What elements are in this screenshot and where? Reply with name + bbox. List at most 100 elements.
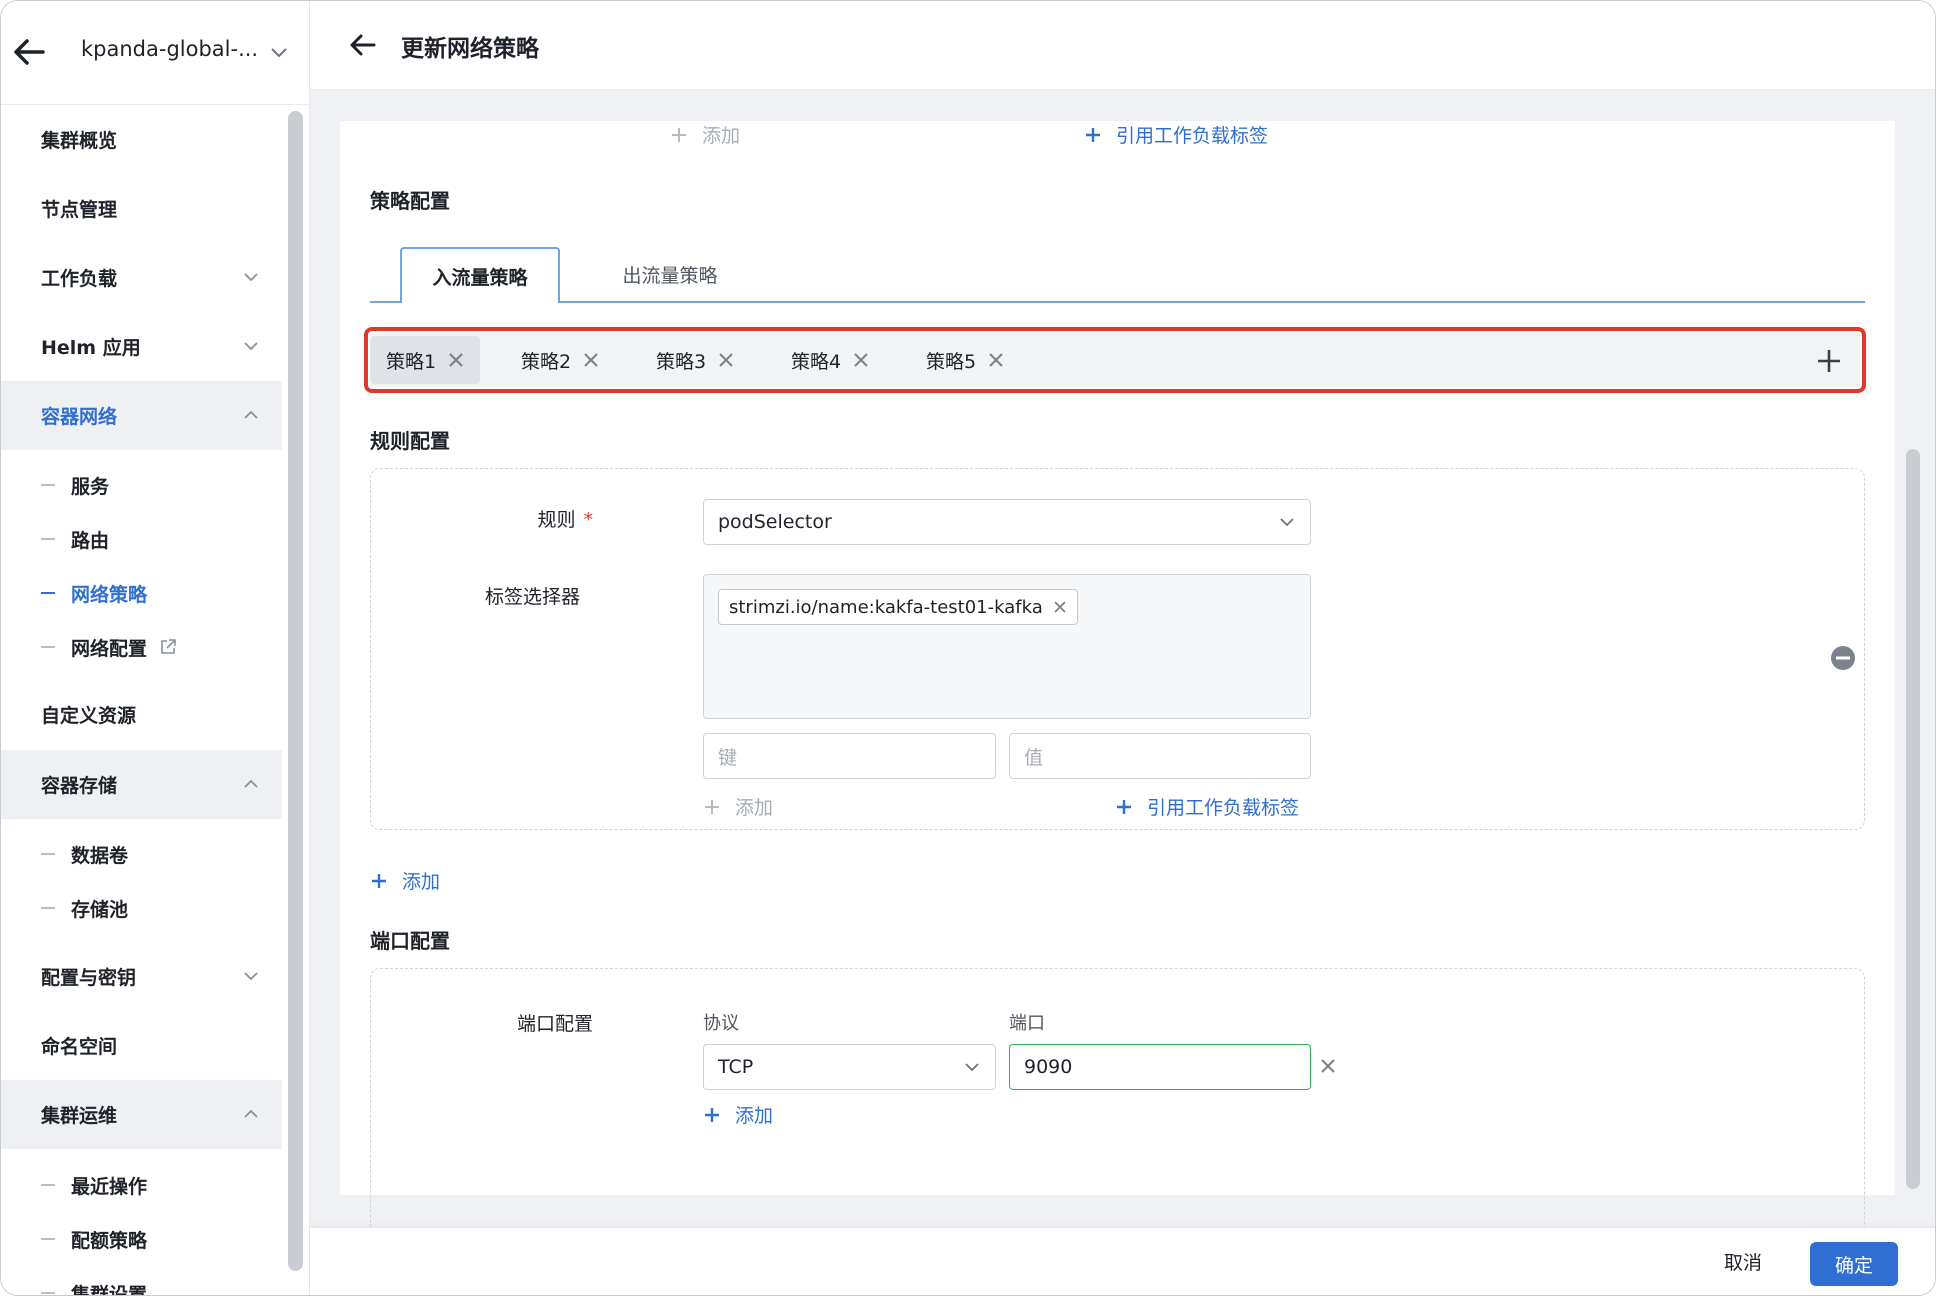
- plus-icon: [672, 127, 686, 142]
- close-icon[interactable]: [1320, 1058, 1336, 1074]
- chevron-up-icon: [244, 779, 258, 788]
- close-icon[interactable]: [1053, 600, 1067, 614]
- sidebar-item-nodes[interactable]: 节点管理: [1, 174, 282, 243]
- sidebar-item-label: 最近操作: [71, 1175, 148, 1198]
- sidebar-item-label: 自定义资源: [41, 705, 137, 727]
- sidebar-item-cluster-ops[interactable]: 集群运维: [1, 1080, 282, 1149]
- sidebar-item-label: 存储池: [71, 898, 129, 921]
- label-tag: strimzi.io/name:kakfa-test01-kafka: [718, 589, 1078, 625]
- sidebar-item-cluster-overview[interactable]: 集群概览: [1, 105, 282, 174]
- sidebar-item-quota-policy[interactable]: 配额策略: [1, 1212, 282, 1266]
- cancel-button[interactable]: 取消: [1724, 1248, 1762, 1275]
- rule-config-title: 规则配置: [370, 429, 450, 453]
- ref-workload-labels-text: 引用工作负载标签: [1147, 797, 1300, 819]
- plus-icon: [1086, 127, 1100, 142]
- ref-workload-labels-text: 引用工作负载标签: [1116, 125, 1269, 147]
- rule-select-value: podSelector: [718, 511, 832, 533]
- tab-divider: [370, 301, 1865, 303]
- sidebar-header: kpanda-global-...: [1, 1, 310, 105]
- port-config-title: 端口配置: [370, 929, 450, 953]
- sidebar-scrollbar[interactable]: [288, 111, 303, 1271]
- plus-icon: [1117, 799, 1131, 814]
- sidebar-item-label: 配置与密钥: [41, 967, 137, 989]
- sidebar-item-label: 容器存储: [41, 775, 118, 797]
- main-scrollbar[interactable]: [1906, 449, 1920, 1189]
- port-row-label: 端口配置: [516, 1013, 593, 1035]
- sidebar-item-label: 数据卷: [71, 844, 129, 867]
- add-rule-button[interactable]: 添加: [370, 867, 440, 894]
- key-input[interactable]: 键: [703, 733, 996, 779]
- protocol-select-value: TCP: [718, 1056, 754, 1078]
- tab-egress-policy[interactable]: 出流量策略: [590, 247, 750, 301]
- add-label-button-disabled: 添加: [670, 121, 740, 148]
- app-window: kpanda-global-... 集群概览 节点管理 工作负载 Helm 应用…: [0, 0, 1936, 1296]
- label-selector-area[interactable]: strimzi.io/name:kakfa-test01-kafka: [703, 574, 1311, 719]
- add-label-text: 添加: [702, 125, 741, 147]
- sidebar-item-label: 集群概览: [41, 130, 118, 152]
- ref-workload-labels-link[interactable]: 引用工作负载标签: [1084, 121, 1268, 148]
- rule-label: 规则 *: [393, 505, 593, 532]
- footer-bar: 取消 确定: [310, 1227, 1935, 1295]
- page-title: 更新网络策略: [401, 36, 539, 62]
- chevron-down-icon: [244, 342, 258, 351]
- sidebar-item-routes[interactable]: 路由: [1, 512, 282, 566]
- protocol-header: 协议: [703, 1013, 739, 1034]
- policy-config-title: 策略配置: [370, 189, 450, 213]
- plus-icon: [705, 1107, 719, 1122]
- port-header: 端口: [1009, 1013, 1045, 1034]
- sidebar-item-container-network[interactable]: 容器网络: [1, 381, 282, 450]
- chevron-down-icon[interactable]: [269, 42, 289, 62]
- port-input[interactable]: 9090: [1009, 1044, 1311, 1090]
- sidebar-item-label: 容器网络: [41, 406, 118, 428]
- protocol-select[interactable]: TCP: [703, 1044, 996, 1090]
- chevron-down-icon: [244, 972, 258, 981]
- required-mark: *: [583, 509, 594, 531]
- sidebar-item-volumes[interactable]: 数据卷: [1, 827, 282, 881]
- chevron-down-icon: [1280, 518, 1294, 527]
- label-tag-text: strimzi.io/name:kakfa-test01-kafka: [729, 596, 1043, 618]
- sidebar-item-storage-pools[interactable]: 存储池: [1, 881, 282, 935]
- add-rule-text: 添加: [402, 871, 441, 893]
- add-port-text: 添加: [735, 1105, 774, 1127]
- highlight-box: [364, 327, 1866, 393]
- chevron-up-icon: [244, 410, 258, 419]
- rule-select[interactable]: podSelector: [703, 499, 1311, 545]
- back-arrow-icon[interactable]: [13, 37, 45, 67]
- form-card: 添加 引用工作负载标签 策略配置 入流量策略 出流量策略 策略1 策略2 策略3…: [340, 121, 1895, 1286]
- confirm-button[interactable]: 确定: [1810, 1242, 1898, 1286]
- sidebar-item-services[interactable]: 服务: [1, 458, 282, 512]
- selector-label: 标签选择器: [484, 586, 580, 608]
- add-label-button-disabled: 添加: [703, 793, 773, 820]
- ref-workload-labels-link[interactable]: 引用工作负载标签: [1115, 793, 1299, 820]
- sidebar: kpanda-global-... 集群概览 节点管理 工作负载 Helm 应用…: [1, 1, 310, 1296]
- sidebar-item-label: 网络策略: [71, 583, 148, 606]
- sidebar-item-network-policy[interactable]: 网络策略: [1, 566, 282, 620]
- sidebar-item-label: 工作负载: [41, 268, 118, 290]
- sidebar-item-label: 路由: [71, 529, 110, 552]
- sidebar-item-namespaces[interactable]: 命名空间: [1, 1011, 282, 1080]
- sidebar-item-label: 服务: [71, 475, 110, 498]
- sidebar-item-recent-ops[interactable]: 最近操作: [1, 1158, 282, 1212]
- sidebar-item-container-storage[interactable]: 容器存储: [1, 750, 282, 819]
- sidebar-item-label: 配额策略: [71, 1229, 148, 1252]
- rule-label-text: 规则: [537, 509, 576, 531]
- sidebar-item-label: 集群运维: [41, 1105, 118, 1127]
- plus-icon: [372, 873, 386, 888]
- external-link-icon: [161, 639, 176, 654]
- value-input[interactable]: 值: [1009, 733, 1311, 779]
- chevron-down-icon: [244, 273, 258, 282]
- cluster-selector[interactable]: kpanda-global-...: [81, 37, 258, 61]
- add-port-button[interactable]: 添加: [703, 1101, 773, 1128]
- sidebar-item-config-secrets[interactable]: 配置与密钥: [1, 942, 282, 1011]
- sidebar-item-label: 集群设置: [71, 1283, 148, 1296]
- tab-ingress-policy[interactable]: 入流量策略: [400, 247, 560, 305]
- sidebar-item-cluster-settings[interactable]: 集群设置: [1, 1266, 282, 1296]
- remove-rule-icon[interactable]: [1830, 645, 1856, 671]
- sidebar-item-custom-resources[interactable]: 自定义资源: [1, 680, 282, 749]
- sidebar-item-label: 节点管理: [41, 199, 118, 221]
- sidebar-item-workloads[interactable]: 工作负载: [1, 243, 282, 312]
- sidebar-item-helm[interactable]: Helm 应用: [1, 312, 282, 381]
- sidebar-item-network-config[interactable]: 网络配置: [1, 620, 282, 674]
- main-area: 更新网络策略 添加 引用工作负载标签 策略配置 入流量策略 出流量策略 策略1: [310, 1, 1935, 1295]
- back-arrow-icon[interactable]: [350, 33, 376, 57]
